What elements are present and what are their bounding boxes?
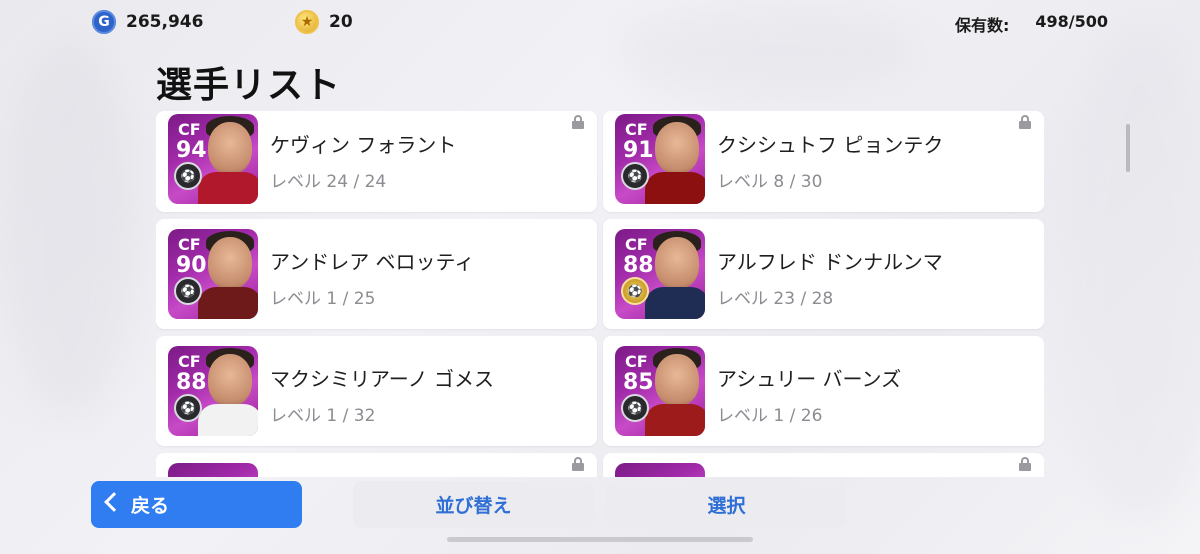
player-card[interactable]: CF 90 ⚽ アンドレア ベロッティ レベル 1 / 25 xyxy=(156,219,597,329)
player-position: CF xyxy=(625,120,648,139)
player-level: レベル 1 / 25 xyxy=(270,289,376,309)
player-card[interactable] xyxy=(156,453,597,477)
player-name: マクシミリアーノ ゴメス xyxy=(270,367,494,391)
player-card[interactable]: CF 94 ⚽ ケヴィン フォラント レベル 24 / 24 xyxy=(156,111,597,212)
holding-label: 保有数: xyxy=(954,16,1010,35)
gp-counter: G 265,946 xyxy=(92,10,203,34)
player-shirt xyxy=(198,404,258,436)
coin-value: 20 xyxy=(329,12,353,32)
player-badge-icon: ⚽ xyxy=(174,277,202,305)
player-position: CF xyxy=(178,120,201,139)
player-level: レベル 8 / 30 xyxy=(717,172,823,192)
gp-value: 265,946 xyxy=(126,12,204,32)
player-rating: 90 xyxy=(176,253,207,278)
player-badge-icon: ⚽ xyxy=(174,394,202,422)
player-card[interactable] xyxy=(603,453,1044,477)
status-bar: G 265,946 ★ 20 保有数: 498/500 xyxy=(0,8,1200,38)
player-position: CF xyxy=(178,352,201,371)
player-position: CF xyxy=(178,235,201,254)
player-name: クシシュトフ ピョンテク xyxy=(717,133,944,157)
player-thumbnail: CF 90 ⚽ xyxy=(168,229,258,319)
player-name: ケヴィン フォラント xyxy=(270,133,457,157)
player-badge-icon: ⚽ xyxy=(621,162,649,190)
player-card[interactable]: CF 88 ⚽ アルフレド ドンナルンマ レベル 23 / 28 xyxy=(603,219,1044,329)
player-card[interactable]: CF 91 ⚽ クシシュトフ ピョンテク レベル 8 / 30 xyxy=(603,111,1044,212)
player-shirt xyxy=(645,287,705,319)
chevron-left-icon xyxy=(104,492,124,512)
sort-button-label: 並び替え xyxy=(435,495,512,517)
list-scrollbar[interactable] xyxy=(1126,124,1130,172)
lock-icon xyxy=(571,457,585,471)
player-card[interactable]: CF 88 ⚽ マクシミリアーノ ゴメス レベル 1 / 32 xyxy=(156,336,597,446)
player-thumbnail: CF 88 ⚽ xyxy=(615,229,705,319)
select-button[interactable]: 選択 xyxy=(606,481,847,528)
holding-count: 保有数: 498/500 xyxy=(955,12,1108,36)
lock-icon xyxy=(1018,115,1032,129)
player-name: アンドレア ベロッティ xyxy=(270,250,475,274)
player-name: アルフレド ドンナルンマ xyxy=(717,250,943,274)
background-blur xyxy=(1060,20,1200,520)
back-button[interactable]: 戻る xyxy=(91,481,302,528)
player-thumbnail: CF 91 ⚽ xyxy=(615,114,705,204)
player-level: レベル 24 / 24 xyxy=(270,172,387,192)
coin-counter: ★ 20 xyxy=(295,10,353,34)
player-position: CF xyxy=(625,235,648,254)
gold-badge-icon: ⚽ xyxy=(621,277,649,305)
player-level: レベル 1 / 26 xyxy=(717,406,823,426)
player-thumbnail: CF 94 ⚽ xyxy=(168,114,258,204)
player-thumbnail xyxy=(615,463,705,477)
player-rating: 88 xyxy=(623,253,654,278)
player-rating: 85 xyxy=(623,370,654,395)
player-level: レベル 23 / 28 xyxy=(717,289,834,309)
player-rating: 88 xyxy=(176,370,207,395)
player-thumbnail: CF 88 ⚽ xyxy=(168,346,258,436)
player-badge-icon: ⚽ xyxy=(174,162,202,190)
player-level: レベル 1 / 32 xyxy=(270,406,376,426)
page-title: 選手リスト xyxy=(156,65,342,106)
lock-icon xyxy=(1018,457,1032,471)
sort-button[interactable]: 並び替え xyxy=(353,481,594,528)
player-rating: 94 xyxy=(176,138,207,163)
player-thumbnail: CF 85 ⚽ xyxy=(615,346,705,436)
player-shirt xyxy=(198,172,258,204)
player-rating: 91 xyxy=(623,138,654,163)
back-button-label: 戻る xyxy=(131,495,170,517)
player-card[interactable]: CF 85 ⚽ アシュリー バーンズ レベル 1 / 26 xyxy=(603,336,1044,446)
player-shirt xyxy=(645,404,705,436)
player-shirt xyxy=(645,172,705,204)
home-indicator[interactable] xyxy=(447,537,753,542)
background-blur xyxy=(0,40,140,420)
holding-value: 498/500 xyxy=(1035,12,1108,31)
gp-icon: G xyxy=(92,10,116,34)
player-name: アシュリー バーンズ xyxy=(717,367,902,391)
select-button-label: 選択 xyxy=(707,495,746,517)
player-shirt xyxy=(198,287,258,319)
player-list[interactable]: CF 94 ⚽ ケヴィン フォラント レベル 24 / 24 CF 91 ⚽ ク… xyxy=(156,111,1044,477)
player-position: CF xyxy=(625,352,648,371)
star-coin-icon: ★ xyxy=(295,10,319,34)
player-badge-icon: ⚽ xyxy=(621,394,649,422)
lock-icon xyxy=(571,115,585,129)
player-thumbnail xyxy=(168,463,258,477)
